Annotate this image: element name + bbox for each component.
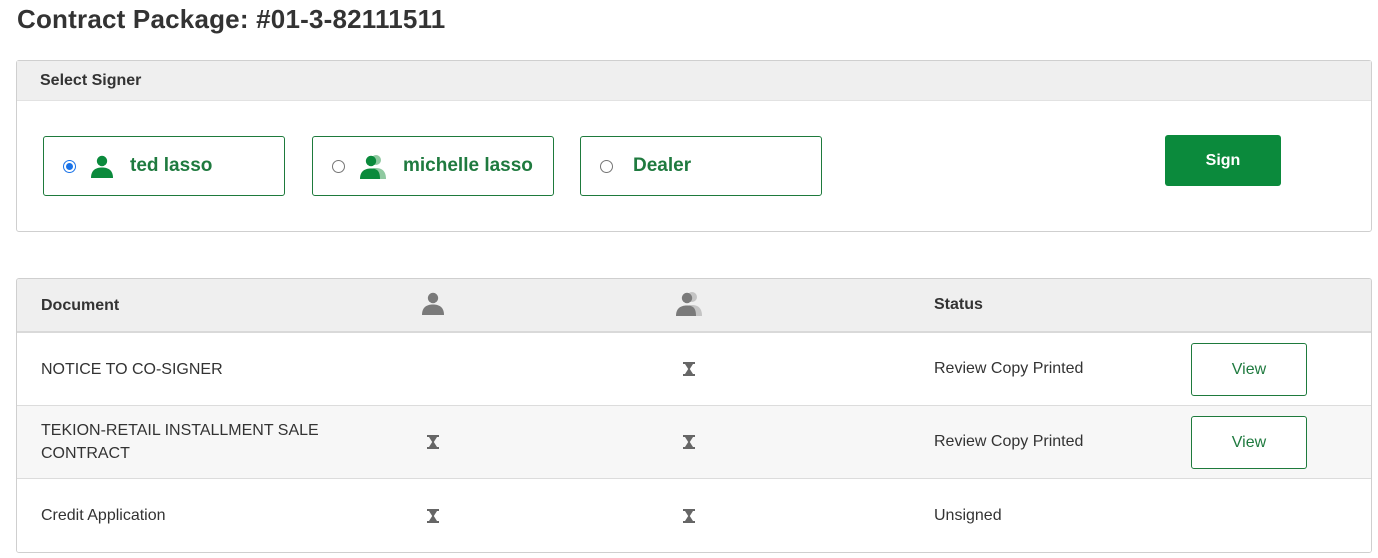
sign-button[interactable]: Sign xyxy=(1165,135,1281,186)
document-status: Review Copy Printed xyxy=(934,360,1084,377)
signer-label: michelle lasso xyxy=(403,155,533,176)
person-co-signer-icon xyxy=(359,153,387,179)
signer2-status xyxy=(677,479,701,552)
signer-label: Dealer xyxy=(633,155,692,176)
signer-option-dealer[interactable]: Dealer xyxy=(580,136,822,196)
signer-option-ted-lasso[interactable]: ted lasso xyxy=(43,136,285,196)
view-button[interactable]: View xyxy=(1191,416,1307,469)
signer1-status xyxy=(421,406,445,478)
signer2-status xyxy=(677,333,701,405)
page-title: Contract Package: #01-3-82111511 xyxy=(17,4,446,34)
view-button[interactable]: View xyxy=(1191,343,1307,396)
select-signer-header: Select Signer xyxy=(17,61,1371,101)
column-header-signer2 xyxy=(675,279,703,331)
document-status: Unsigned xyxy=(934,506,1002,524)
documents-table: Document Status NOTICE TO CO-SIGNER Revi… xyxy=(16,278,1372,553)
table-row: TEKION-RETAIL INSTALLMENT SALE CONTRACT … xyxy=(17,406,1371,479)
table-row: NOTICE TO CO-SIGNER Review Copy Printed … xyxy=(17,333,1371,406)
column-header-document: Document xyxy=(41,296,120,314)
document-name: NOTICE TO CO-SIGNER xyxy=(41,360,223,378)
person-icon xyxy=(90,154,114,178)
table-header-row: Document Status xyxy=(17,279,1371,333)
signer-radio-ted-lasso[interactable] xyxy=(63,159,76,173)
select-signer-panel: Select Signer ted lasso michelle lasso D… xyxy=(16,60,1372,232)
signer-label: ted lasso xyxy=(130,155,213,176)
document-status: Review Copy Printed xyxy=(934,433,1084,450)
column-header-signer1 xyxy=(421,279,445,331)
hourglass-icon xyxy=(683,435,695,449)
signer2-status xyxy=(677,406,701,478)
signer1-status xyxy=(421,479,445,552)
hourglass-icon xyxy=(683,362,695,376)
person-icon xyxy=(421,291,445,320)
column-header-status: Status xyxy=(934,296,983,313)
hourglass-icon xyxy=(683,508,695,523)
person-co-signer-icon xyxy=(675,290,703,321)
signer-option-michelle-lasso[interactable]: michelle lasso xyxy=(312,136,554,196)
document-name: TEKION-RETAIL INSTALLMENT SALE CONTRACT xyxy=(41,422,319,462)
hourglass-icon xyxy=(427,508,439,523)
hourglass-icon xyxy=(427,435,439,449)
signer-radio-dealer[interactable] xyxy=(600,159,613,173)
signer-radio-michelle-lasso[interactable] xyxy=(332,159,345,173)
table-row: Credit Application Unsigned xyxy=(17,479,1371,552)
document-name: Credit Application xyxy=(41,507,166,524)
